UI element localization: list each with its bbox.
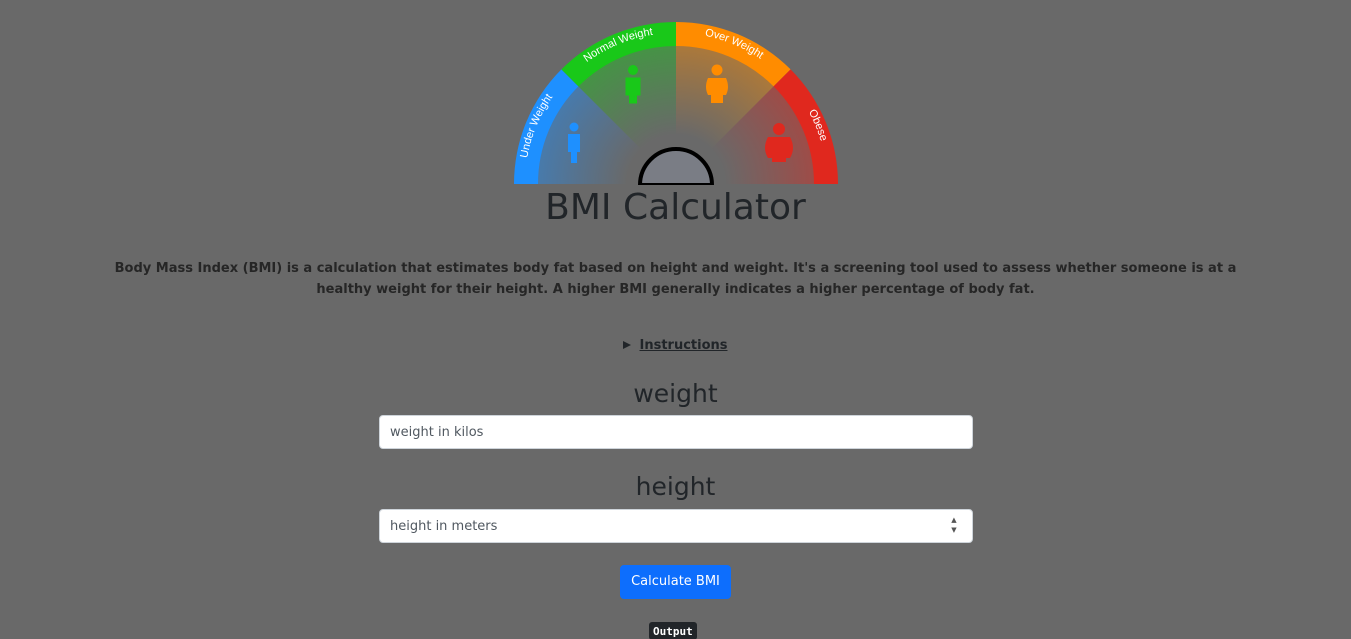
instructions-label[interactable]: Instructions [639,338,727,353]
spinner-up-icon[interactable]: ▲ [948,515,960,525]
weight-input[interactable] [379,415,973,449]
output-label: Output [649,622,697,639]
bmi-page: Under Weight Normal Weight Over Weight O… [0,0,1351,639]
instructions-toggle[interactable]: Instructions [0,337,1351,355]
bmi-gauge: Under Weight Normal Weight Over Weight O… [512,19,840,185]
triangle-right-icon[interactable] [623,341,632,349]
height-spinner[interactable]: ▲ ▼ [948,515,960,537]
bmi-gauge-svg: Under Weight Normal Weight Over Weight O… [514,21,838,185]
height-input[interactable] [379,509,973,543]
height-label: height [635,472,716,501]
calculate-bmi-button[interactable]: Calculate BMI [620,565,731,599]
bmi-description: Body Mass Index (BMI) is a calculation t… [114,261,1237,297]
spinner-down-icon[interactable]: ▼ [948,525,960,535]
page-title: BMI Calculator [545,187,806,228]
weight-label: weight [633,379,718,408]
